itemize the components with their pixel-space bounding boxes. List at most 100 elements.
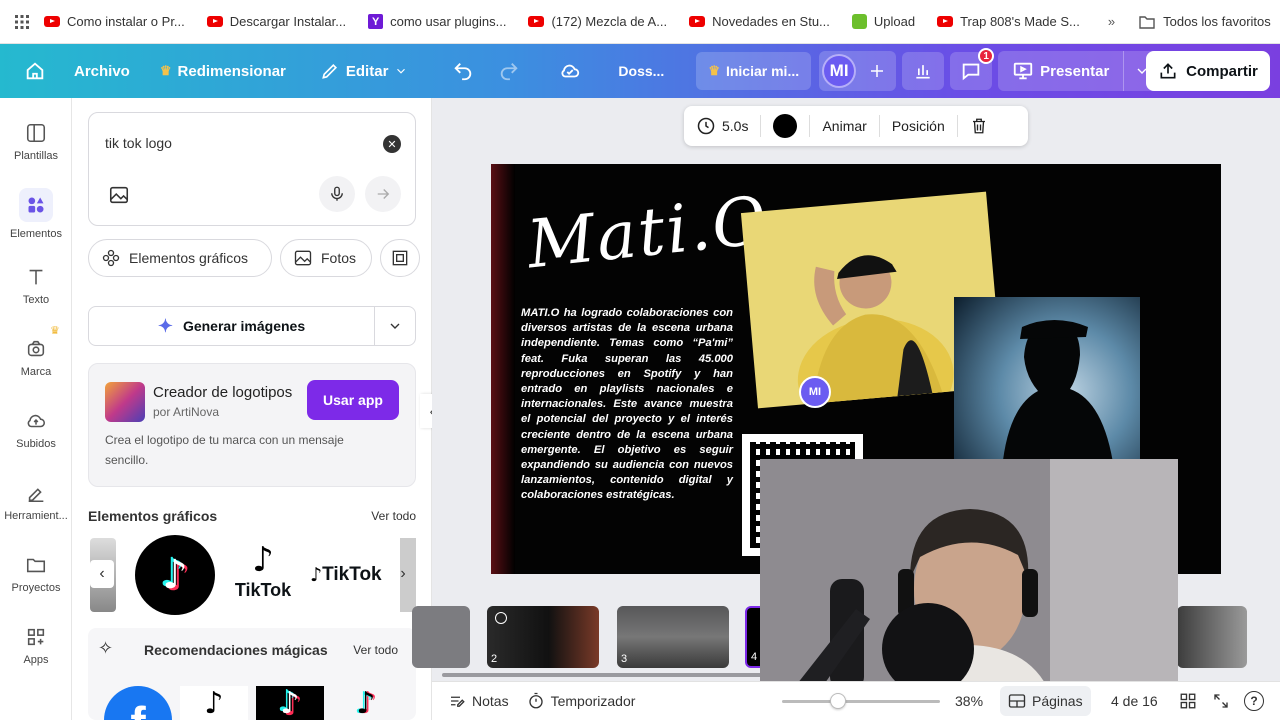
compartir-button[interactable]: Compartir: [1146, 51, 1270, 91]
search-input[interactable]: tik tok logo: [105, 135, 172, 151]
timer-icon: [528, 692, 543, 709]
color-button[interactable]: [761, 106, 809, 146]
chip-more[interactable]: [380, 239, 420, 277]
animar-button[interactable]: Animar: [810, 106, 878, 146]
graphic-result[interactable]: ♪ TikTok: [228, 540, 298, 612]
help-button[interactable]: ?: [1244, 691, 1264, 711]
thumbnails-scrollbar[interactable]: [442, 673, 762, 677]
bookmark-item[interactable]: Como instalar o Pr...: [44, 14, 185, 29]
apps-grid-icon[interactable]: [0, 14, 44, 30]
notas-label: Notas: [472, 693, 509, 709]
bookmark-item[interactable]: Descargar Instalar...: [206, 14, 346, 29]
ver-todo-link[interactable]: Ver todo: [353, 643, 398, 657]
undo-button[interactable]: [440, 52, 486, 90]
elements-panel: tik tok logo ✕ Elementos gráficos Fotos …: [72, 98, 432, 720]
rail-item-apps[interactable]: Apps: [0, 626, 72, 666]
rail-item-proyectos[interactable]: Proyectos: [0, 554, 72, 594]
redimensionar-button[interactable]: ♛ Redimensionar: [148, 52, 298, 90]
rail-item-elementos[interactable]: Elementos: [0, 188, 72, 240]
page-thumbnail[interactable]: 3: [617, 606, 729, 668]
page-thumbnail[interactable]: [1177, 606, 1247, 668]
element-toolbar: 5.0s Animar Posición: [684, 106, 1028, 146]
redo-button[interactable]: [486, 52, 532, 90]
graphic-result[interactable]: ♪ TikTok: [310, 560, 396, 590]
grid-view-icon: [1180, 693, 1196, 709]
tiktok-logo-icon: ♪: [204, 686, 224, 720]
duration-button[interactable]: 5.0s: [684, 106, 760, 146]
home-button[interactable]: [12, 52, 58, 90]
rail-label: Subidos: [16, 438, 56, 450]
image-search-button[interactable]: [99, 175, 139, 215]
page-thumbnail[interactable]: [412, 606, 470, 668]
posicion-button[interactable]: Posición: [880, 106, 957, 146]
comments-button[interactable]: 1: [950, 48, 995, 90]
page-thumbnail[interactable]: 2: [487, 606, 599, 668]
editar-label: Editar: [345, 62, 389, 80]
notas-button[interactable]: Notas: [448, 692, 509, 710]
editar-menu[interactable]: Editar: [308, 52, 421, 90]
rail-label: Herramient...: [4, 510, 68, 522]
rail-item-plantillas[interactable]: Plantillas: [0, 122, 72, 162]
document-title[interactable]: Doss...: [606, 52, 676, 90]
zoom-slider-thumb[interactable]: [830, 693, 846, 709]
rail-label: Marca: [20, 366, 52, 378]
carousel-prev-button[interactable]: ‹: [90, 560, 114, 588]
facebook-logo-result[interactable]: f: [104, 686, 172, 720]
fullscreen-icon: [1214, 694, 1228, 708]
saved-status-button[interactable]: [546, 52, 594, 90]
graphics-icon: [102, 249, 120, 267]
chip-elementos-graficos[interactable]: Elementos gráficos: [88, 239, 272, 277]
delete-button[interactable]: [958, 106, 1000, 146]
graphic-result[interactable]: ♪: [332, 686, 400, 720]
chip-fotos[interactable]: Fotos: [280, 239, 372, 277]
archivo-menu[interactable]: Archivo: [62, 52, 142, 90]
thumb-timer-icon: [495, 612, 507, 624]
submit-search-button[interactable]: [365, 176, 401, 212]
generate-images-button[interactable]: ✦ Generar imágenes: [88, 306, 416, 346]
search-box[interactable]: tik tok logo ✕: [88, 112, 416, 226]
rail-item-texto[interactable]: Texto: [0, 266, 72, 306]
graphic-result[interactable]: ♪: [135, 535, 215, 615]
rail-item-subidos[interactable]: Subidos: [0, 410, 72, 450]
bookmark-label: Upload: [873, 14, 916, 29]
graphics-carousel: ‹ ♪ ♪ TikTok ♪ TikTok ›: [88, 534, 416, 616]
bookmark-item[interactable]: Trap 808's Made S...: [937, 14, 1080, 29]
more-bookmarks-icon[interactable]: »: [1108, 14, 1115, 29]
editor-header: Archivo ♛ Redimensionar Editar Doss... ♛…: [0, 44, 1280, 98]
temporizador-button[interactable]: Temporizador: [527, 692, 635, 710]
zoom-level[interactable]: 38%: [955, 693, 983, 709]
voice-search-button[interactable]: [319, 176, 355, 212]
avatar[interactable]: MI: [822, 54, 857, 88]
artist-photo-silhouette[interactable]: [954, 297, 1140, 469]
graphic-result[interactable]: ♪: [256, 686, 324, 720]
youtube-icon: [528, 16, 545, 27]
notes-icon: [451, 696, 465, 707]
tiktok-wordmark: TikTok: [322, 564, 382, 585]
generate-options-button[interactable]: [375, 318, 415, 334]
bookmark-label: Trap 808's Made S...: [960, 14, 1080, 29]
bookmark-item[interactable]: Novedades en Stu...: [689, 14, 830, 29]
fullscreen-button[interactable]: [1212, 692, 1230, 713]
insights-button[interactable]: [902, 52, 945, 90]
bookmark-item[interactable]: (172) Mezcla de A...: [528, 14, 667, 29]
zoom-slider[interactable]: [782, 693, 940, 709]
add-collaborator-button[interactable]: [862, 56, 892, 86]
usar-app-button[interactable]: Usar app: [307, 380, 399, 420]
rail-item-marca[interactable]: Marca ♛: [0, 325, 72, 378]
bookmark-item[interactable]: Upload: [851, 14, 916, 29]
folder-icon: [26, 558, 46, 573]
generate-images-main[interactable]: ✦ Generar imágenes: [89, 307, 375, 345]
bookmark-item[interactable]: Ycomo usar plugins...: [368, 14, 506, 29]
rail-item-herramientas[interactable]: Herramient...: [0, 482, 72, 522]
all-favorites-folder[interactable]: Todos los favoritos: [1139, 14, 1271, 29]
artist-bio-text[interactable]: MATI.O ha logrado colaboraciones con div…: [521, 306, 733, 504]
grid-view-button[interactable]: [1179, 692, 1197, 713]
clear-search-button[interactable]: ✕: [383, 135, 401, 153]
page-number: 3: [621, 653, 628, 665]
presentar-button[interactable]: Presentar: [998, 52, 1123, 90]
ver-todo-link[interactable]: Ver todo: [371, 509, 416, 523]
carousel-next-button[interactable]: ›: [393, 560, 413, 588]
graphic-result[interactable]: ♪: [180, 686, 248, 720]
trial-button[interactable]: ♛ Iniciar mi...: [696, 52, 812, 90]
paginas-button[interactable]: Páginas: [1000, 686, 1091, 716]
